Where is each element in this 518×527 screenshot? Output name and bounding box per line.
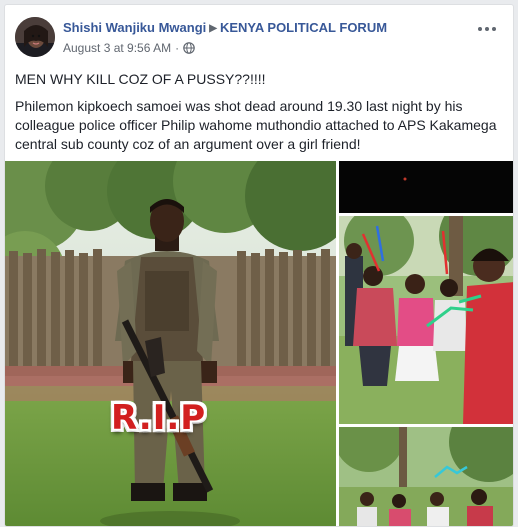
post-body: Philemon kipkoech samoei was shot dead a… bbox=[15, 98, 497, 152]
post-card: Shishi Wanjiku Mwangi ▶ KENYA POLITICAL FO… bbox=[4, 4, 514, 527]
dot-icon bbox=[478, 27, 482, 31]
avatar-photo bbox=[15, 17, 55, 57]
photo-group-annotated[interactable] bbox=[339, 216, 513, 424]
photo-main[interactable]: R.I.P bbox=[5, 161, 336, 526]
more-options-button[interactable] bbox=[475, 19, 499, 39]
dot-icon bbox=[485, 27, 489, 31]
dark-photo bbox=[339, 161, 513, 213]
globe-icon[interactable] bbox=[183, 42, 195, 54]
triangle-right-icon: ▶ bbox=[209, 23, 217, 34]
meta-separator: · bbox=[175, 41, 180, 55]
group-photo bbox=[339, 216, 513, 424]
post-header: Shishi Wanjiku Mwangi ▶ KENYA POLITICAL FO… bbox=[15, 15, 503, 61]
author-name[interactable]: Shishi Wanjiku Mwangi bbox=[63, 20, 206, 35]
dot-icon bbox=[492, 27, 496, 31]
photo-dark[interactable] bbox=[339, 161, 513, 213]
photo-grid: R.I.P bbox=[5, 161, 513, 526]
post-headline: MEN WHY KILL COZ OF A PUSSY??!!!! bbox=[15, 71, 266, 87]
rip-overlay-text: R.I.P bbox=[111, 398, 206, 438]
photo-group-outdoor[interactable] bbox=[339, 427, 513, 526]
post-meta: August 3 at 9:56 AM · bbox=[63, 41, 195, 55]
avatar[interactable] bbox=[15, 17, 55, 57]
group-name[interactable]: KENYA POLITICAL FORUM bbox=[220, 20, 387, 35]
post-title-line: Shishi Wanjiku Mwangi ▶ KENYA POLITICAL FO… bbox=[63, 20, 387, 35]
soldier-photo: R.I.P bbox=[5, 161, 336, 526]
post-timestamp[interactable]: August 3 at 9:56 AM bbox=[63, 41, 171, 55]
outdoor-photo bbox=[339, 427, 513, 526]
